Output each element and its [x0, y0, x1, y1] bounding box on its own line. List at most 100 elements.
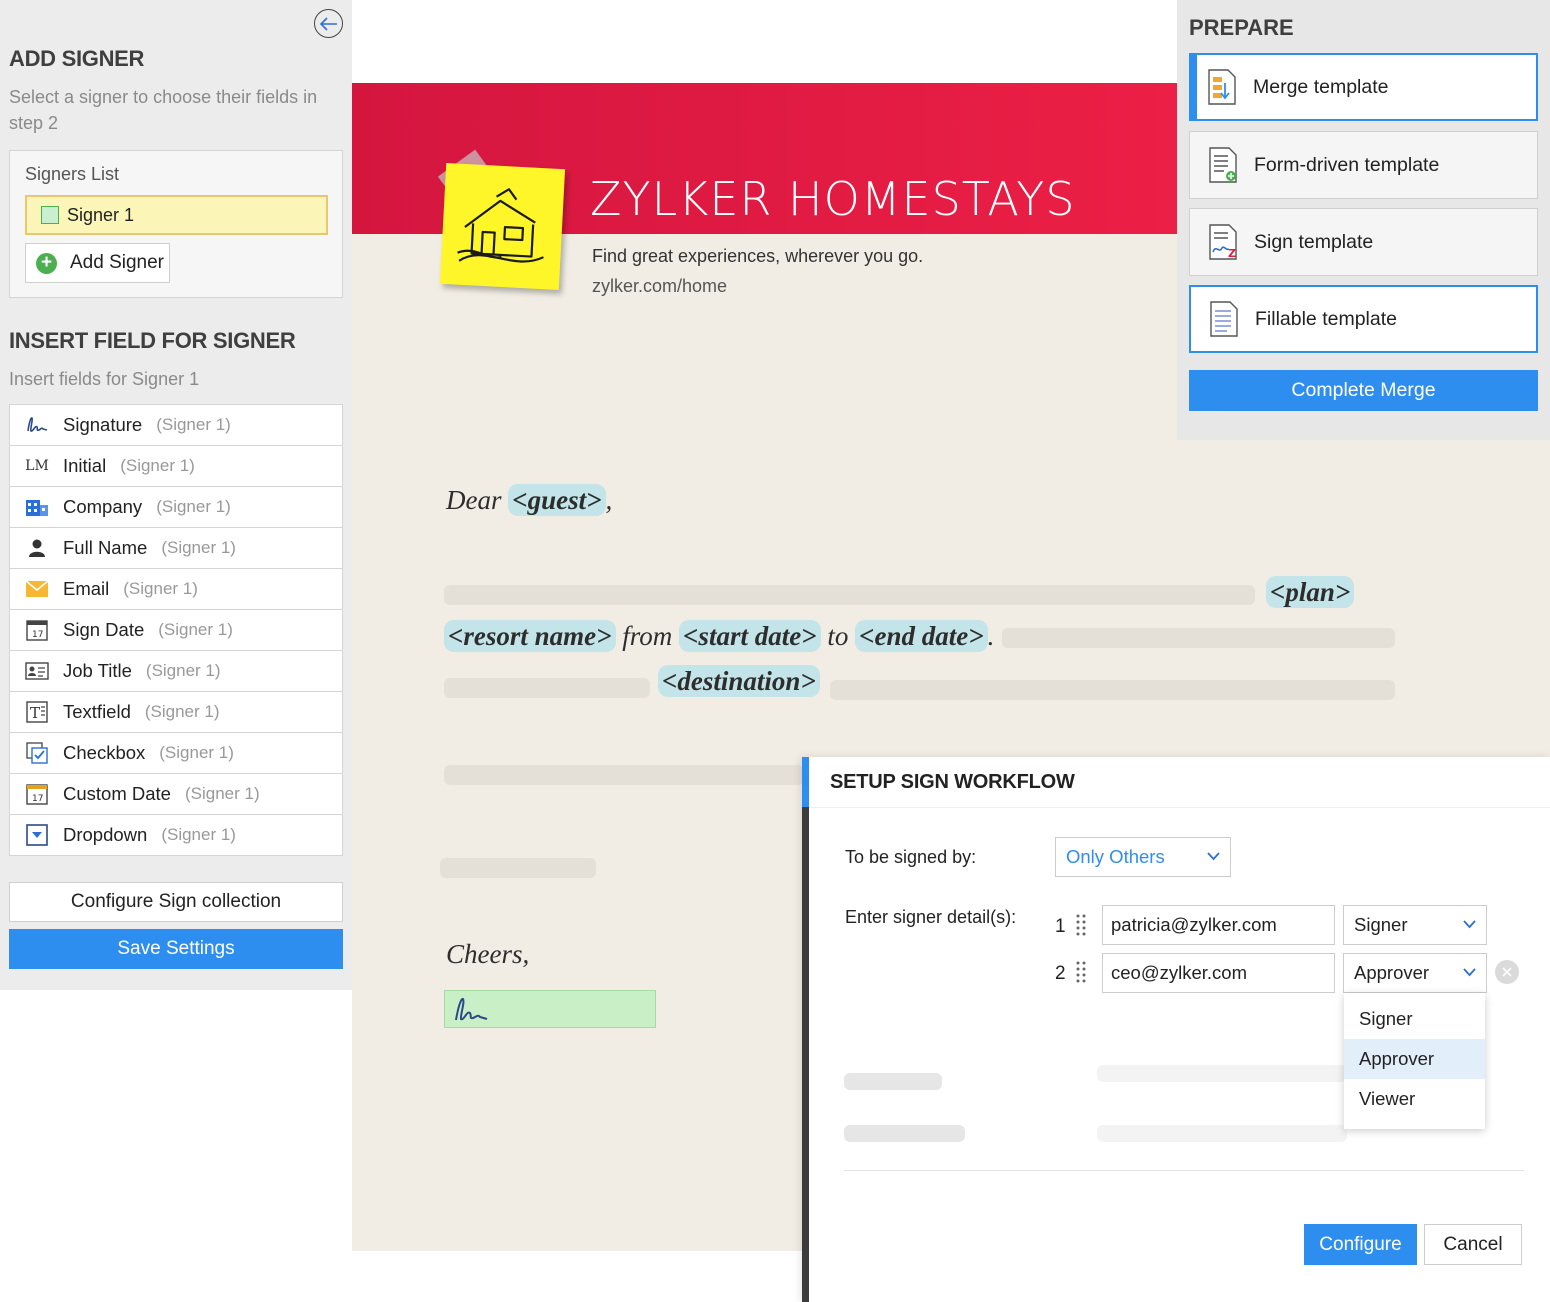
field-signer-tag: (Signer 1) [120, 456, 195, 475]
zylker-house-logo [439, 162, 566, 291]
field-signature[interactable]: Signature (Signer 1) [9, 404, 343, 446]
merge-tag-destination[interactable]: <destination> [658, 665, 820, 697]
brand-tagline: Find great experiences, wherever you go. [592, 246, 924, 266]
field-textfield[interactable]: T Textfield (Signer 1) [9, 691, 343, 733]
merge-tag-start-date[interactable]: <start date> [679, 620, 821, 652]
field-signer-tag: (Signer 1) [161, 825, 236, 844]
add-signer-subtitle: Select a signer to choose their fields i… [9, 87, 318, 133]
field-label: Company [63, 496, 143, 517]
signer-row-number: 1 [1055, 916, 1066, 937]
field-signer-tag: (Signer 1) [161, 538, 236, 557]
merge-tag-end-date[interactable]: <end date> [855, 620, 988, 652]
placeholder-bar [844, 1125, 965, 1142]
signed-by-value: Only Others [1066, 846, 1165, 867]
placeholder-text-line [444, 678, 650, 698]
dialog-title: SETUP SIGN WORKFLOW [830, 771, 1075, 793]
signer-email-input[interactable]: patricia@zylker.com [1102, 905, 1335, 945]
merge-template-option[interactable]: Merge template [1189, 53, 1538, 121]
signature-icon [24, 414, 50, 436]
complete-merge-button[interactable]: Complete Merge [1189, 370, 1538, 411]
placeholder-text-line [444, 765, 804, 785]
field-job-title[interactable]: Job Title (Signer 1) [9, 650, 343, 692]
role-option-approver[interactable]: Approver [1344, 1039, 1485, 1079]
fillable-template-icon [1210, 301, 1238, 337]
role-dropdown-menu: Signer Approver Viewer [1344, 993, 1485, 1129]
form-driven-template-option[interactable]: Form-driven template [1189, 131, 1538, 199]
configure-button[interactable]: Configure [1304, 1224, 1417, 1265]
field-label: Full Name [63, 537, 148, 558]
field-checkbox[interactable]: Checkbox (Signer 1) [9, 732, 343, 774]
field-label: Custom Date [63, 783, 171, 804]
save-settings-button[interactable]: Save Settings [9, 929, 343, 969]
dates-line: <resort name> from <start date> to <end … [444, 620, 994, 652]
field-signer-tag: (Signer 1) [184, 784, 260, 803]
signer-role-select[interactable]: Signer [1343, 905, 1487, 945]
add-signer-button[interactable]: + Add Signer [25, 243, 170, 283]
svg-text:T: T [30, 704, 40, 722]
drag-handle-icon[interactable] [1075, 960, 1087, 986]
prepare-title: PREPARE [1189, 15, 1294, 40]
role-value: Approver [1354, 962, 1430, 983]
email-icon [24, 578, 50, 600]
placeholder-bar [1097, 1065, 1347, 1082]
divider [844, 1170, 1524, 1171]
cancel-button[interactable]: Cancel [1424, 1224, 1522, 1265]
calendar-icon: 17 [24, 783, 50, 805]
field-signer-tag: (Signer 1) [158, 620, 233, 639]
company-icon [24, 496, 50, 518]
role-value: Signer [1354, 914, 1408, 935]
field-full-name[interactable]: Full Name (Signer 1) [9, 527, 343, 569]
back-arrow-button[interactable] [314, 9, 343, 38]
field-label: Signature [63, 414, 143, 435]
remove-signer-button[interactable] [1495, 960, 1519, 984]
form-template-icon [1209, 147, 1237, 183]
field-email[interactable]: Email (Signer 1) [9, 568, 343, 610]
configure-sign-collection-button[interactable]: Configure Sign collection [9, 882, 343, 922]
signer-details-label: Enter signer detail(s): [845, 907, 1017, 927]
field-label: Textfield [63, 701, 131, 722]
placeholder-text-line [440, 858, 596, 878]
placeholder-bar [844, 1073, 942, 1090]
field-list: Signature (Signer 1) LM Initial (Signer … [9, 404, 343, 856]
svg-text:Z: Z [1228, 247, 1236, 260]
setup-sign-workflow-dialog: SETUP SIGN WORKFLOW To be signed by: Onl… [802, 757, 1550, 1302]
arrow-left-icon [319, 16, 337, 31]
signer-item-1[interactable]: Signer 1 [25, 195, 328, 235]
signature-field[interactable] [444, 990, 656, 1028]
role-option-signer[interactable]: Signer [1344, 999, 1485, 1039]
signers-list-label: Signers List [25, 164, 120, 184]
signers-list-box: Signers List Signer 1 + Add Signer [9, 150, 343, 298]
field-label: Initial [63, 455, 107, 476]
from-word: from [622, 621, 673, 651]
destination-line: <destination> [658, 665, 820, 697]
field-signer-tag: (Signer 1) [144, 702, 220, 721]
field-label: Email [63, 578, 110, 599]
signer-role-select[interactable]: Approver [1343, 953, 1487, 993]
field-label: Checkbox [63, 742, 146, 763]
merge-tag-plan[interactable]: <plan> [1266, 576, 1355, 608]
role-option-viewer[interactable]: Viewer [1344, 1079, 1485, 1119]
dropdown-icon [24, 824, 50, 846]
sign-template-option[interactable]: Z Sign template [1189, 208, 1538, 276]
sign-template-icon: Z [1209, 224, 1237, 260]
add-signer-label: Add Signer [70, 252, 165, 273]
chevron-down-icon [1463, 968, 1476, 977]
divider [809, 807, 1550, 808]
signature-icon [455, 998, 488, 1021]
field-company[interactable]: Company (Signer 1) [9, 486, 343, 528]
signed-by-select[interactable]: Only Others [1055, 837, 1231, 877]
field-custom-date[interactable]: 17 Custom Date (Signer 1) [9, 773, 343, 815]
fillable-template-option[interactable]: Fillable template [1189, 285, 1538, 353]
signer-email-input[interactable]: ceo@zylker.com [1102, 953, 1335, 993]
merge-tag-guest[interactable]: <guest> [508, 484, 606, 516]
field-dropdown[interactable]: Dropdown (Signer 1) [9, 814, 343, 856]
person-icon [24, 537, 50, 559]
field-initial[interactable]: LM Initial (Signer 1) [9, 445, 343, 487]
merge-tag-resort-name[interactable]: <resort name> [444, 620, 616, 652]
field-sign-date[interactable]: 17 Sign Date (Signer 1) [9, 609, 343, 651]
drag-handle-icon[interactable] [1075, 913, 1087, 939]
greeting-line: Dear <guest>, [446, 484, 612, 516]
field-label: Job Title [63, 660, 132, 681]
svg-text:17: 17 [32, 630, 43, 640]
svg-text:17: 17 [32, 794, 43, 804]
